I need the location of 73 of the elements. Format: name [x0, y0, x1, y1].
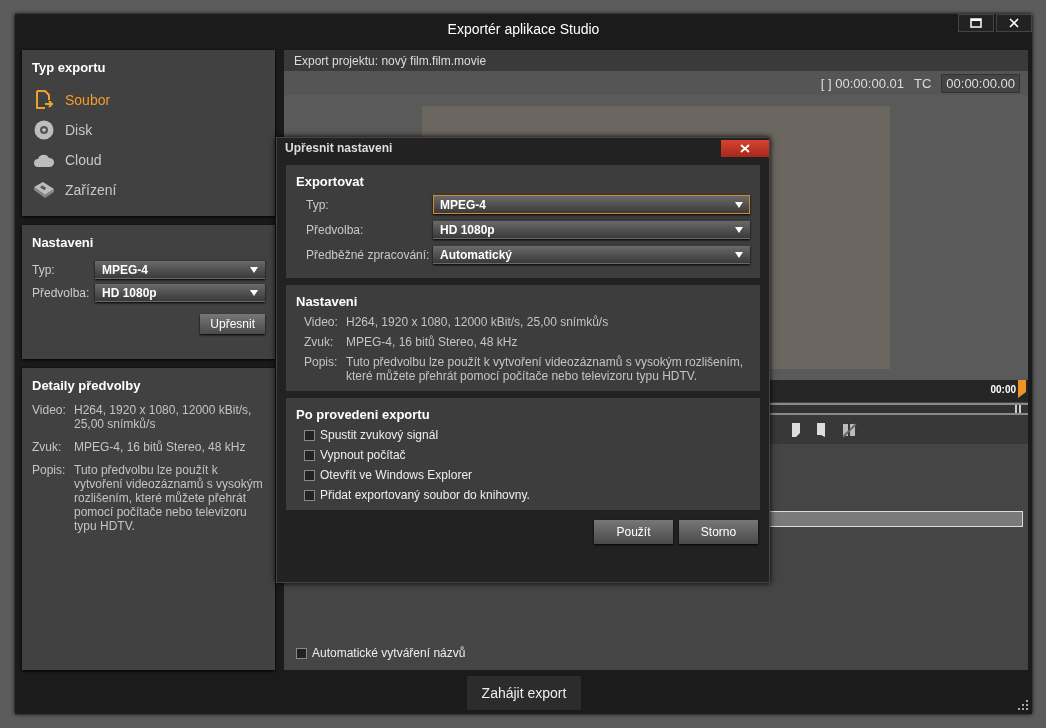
checkbox[interactable]: [296, 647, 307, 659]
maximize-button[interactable]: [958, 14, 994, 32]
field-label: Předvolba:: [32, 285, 91, 300]
close-icon: [740, 143, 750, 153]
start-export-button[interactable]: Zahájit export: [467, 676, 581, 710]
timecode-field: 00:00:00.00: [941, 73, 1020, 93]
detail-label: Popis:: [32, 463, 67, 479]
detail-label: Popis:: [304, 355, 339, 371]
project-label: Export projektu: nový film.film.movie: [294, 53, 487, 68]
dropdown[interactable]: HD 1080p: [95, 283, 265, 302]
dropdown[interactable]: MPEG-4: [433, 195, 750, 214]
dropdown-arrow-icon: [250, 266, 258, 273]
dropdown-arrow-icon: [735, 226, 743, 233]
detail-label: Zvuk:: [32, 440, 63, 454]
position-readout: [ ] 00:00:00.01: [820, 75, 904, 91]
dropdown[interactable]: Automatický: [433, 245, 750, 264]
detail-label: Video:: [304, 315, 339, 329]
section-title: Exportovat: [296, 174, 365, 189]
detail-value: MPEG-4, 16 bitů Stereo, 48 kHz: [346, 335, 519, 349]
checkbox-label: Spustit zvukový signál: [320, 428, 439, 442]
dropdown-arrow-icon: [250, 289, 258, 296]
mark-out-icon[interactable]: [816, 421, 826, 438]
panel-title: Typ exportu: [32, 60, 107, 75]
export-type-item[interactable]: Soubor: [32, 85, 265, 115]
export-type-item[interactable]: Cloud: [32, 145, 265, 175]
time-label: 00:00: [990, 384, 1016, 395]
detail-value: H264, 1920 x 1080, 12000 kBit/s, 25,00 snímků/s: [74, 403, 253, 431]
window-title: Exportér aplikace Studio: [447, 21, 600, 37]
detail-value: Tuto předvolbu lze použít k vytvoření videozáznamů s vysokým rozlišením, které můžete přehrát pomocí počítače nebo televizoru typu HDTV.: [346, 355, 745, 383]
mark-in-icon[interactable]: [791, 421, 801, 438]
checkbox-label: Automatické vytváření názvů: [312, 646, 466, 660]
close-button[interactable]: [721, 139, 769, 157]
export-type-item[interactable]: Zařízení: [32, 175, 265, 205]
field-label: Typ:: [32, 262, 56, 277]
cloud-icon: [32, 152, 56, 168]
device-icon: [32, 181, 56, 199]
dropdown[interactable]: HD 1080p: [433, 220, 750, 239]
checkbox-label: Vypnout počítač: [320, 448, 406, 462]
detail-value: MPEG-4, 16 bitů Stereo, 48 kHz: [74, 440, 247, 454]
resize-grip-icon[interactable]: [1018, 700, 1028, 710]
scrub-handle-icon: [1014, 404, 1022, 414]
panel-title: Nastaveni: [32, 235, 95, 250]
field-label: Předvolba:: [305, 222, 365, 237]
detail-value: Tuto předvolbu lze použít k vytvoření videozáznamů s vysokým rozlišením, které můžete přehrát pomocí počítače nebo televizoru typu HDTV.: [74, 463, 264, 533]
clear-marks-icon[interactable]: [841, 421, 857, 438]
section-title: Po provedeni exportu: [296, 407, 431, 422]
checkbox-label: Otevřít ve Windows Explorer: [320, 468, 473, 482]
cancel-button[interactable]: Storno: [679, 520, 758, 544]
field-label: Typ:: [305, 197, 330, 212]
checkbox[interactable]: [304, 429, 315, 441]
detail-value: H264, 1920 x 1080, 12000 kBit/s, 25,00 snímků/s: [346, 315, 610, 329]
playhead-marker-icon: [1018, 380, 1026, 398]
detail-label: Zvuk:: [304, 335, 335, 349]
checkbox-label: Přidat exportovaný soubor do knihovny.: [320, 488, 530, 502]
refine-button[interactable]: Upřesnit: [200, 314, 265, 334]
export-type-item[interactable]: Disk: [32, 115, 265, 145]
detail-label: Video:: [32, 403, 67, 419]
checkbox[interactable]: [304, 449, 315, 461]
checkbox[interactable]: [304, 489, 315, 501]
dropdown[interactable]: MPEG-4: [95, 260, 265, 279]
section-title: Nastaveni: [296, 294, 359, 309]
dropdown-arrow-icon: [735, 201, 743, 208]
apply-button[interactable]: Použít: [594, 520, 673, 544]
tc-label: TC: [913, 75, 932, 91]
close-button[interactable]: [996, 14, 1032, 32]
dialog-title: Upřesnit nastaveni: [285, 141, 393, 155]
field-label: Předběžné zpracování:: [305, 247, 431, 262]
dropdown-arrow-icon: [735, 251, 743, 258]
panel-title: Detaily předvolby: [32, 378, 142, 393]
close-icon: [1009, 18, 1019, 28]
checkbox[interactable]: [304, 469, 315, 481]
maximize-icon: [970, 18, 982, 28]
disc-icon: [32, 119, 56, 141]
